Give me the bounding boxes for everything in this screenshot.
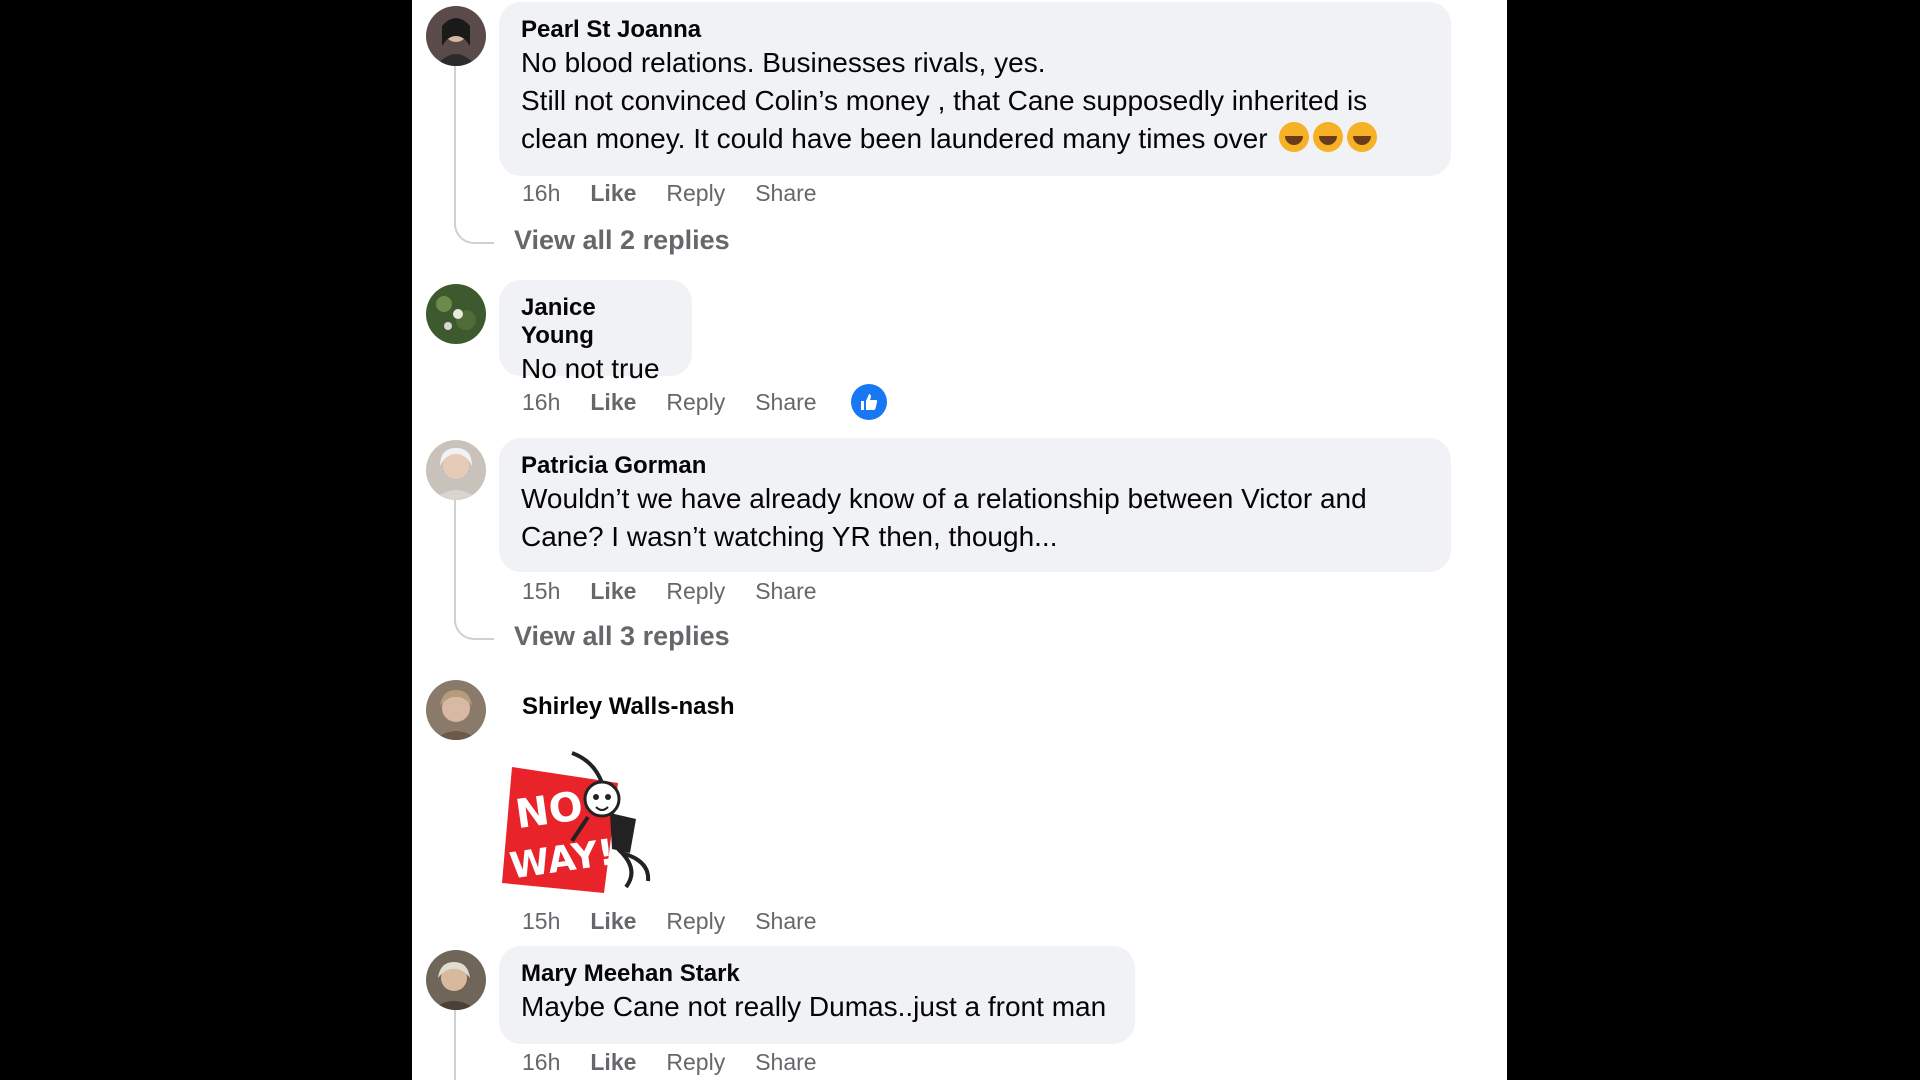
like-button[interactable]: Like	[590, 908, 636, 935]
comment-text-line: Cane? I wasn’t watching YR then, though.…	[521, 521, 1058, 552]
author-name[interactable]: Janice Young	[521, 294, 670, 350]
reply-button[interactable]: Reply	[666, 908, 725, 935]
timestamp[interactable]: 15h	[522, 908, 560, 935]
reply-button[interactable]: Reply	[666, 578, 725, 605]
thread-line	[454, 66, 456, 226]
thread-line	[454, 500, 456, 624]
like-reaction-icon[interactable]	[850, 384, 887, 420]
author-name[interactable]: Pearl St Joanna	[521, 16, 1429, 44]
avatar[interactable]	[426, 6, 486, 66]
share-button[interactable]: Share	[755, 908, 816, 935]
avatar[interactable]	[426, 680, 486, 740]
comment-actions: 16h Like Reply Share	[522, 1047, 847, 1077]
laughing-tears-emoji	[1347, 122, 1378, 152]
avatar[interactable]	[426, 440, 486, 500]
share-button[interactable]: Share	[755, 180, 816, 207]
comment-text: No not true	[521, 353, 660, 384]
reply-button[interactable]: Reply	[666, 389, 725, 416]
share-button[interactable]: Share	[755, 1049, 816, 1076]
avatar[interactable]	[426, 284, 486, 344]
avatar[interactable]	[426, 950, 486, 1010]
thread-connector	[454, 214, 494, 244]
reply-button[interactable]: Reply	[666, 1049, 725, 1076]
comment-actions: 15h Like Reply Share	[522, 906, 847, 936]
like-button[interactable]: Like	[590, 389, 636, 416]
comment-bubble: Patricia Gorman Wouldn’t we have already…	[499, 438, 1451, 572]
comment-text: Maybe Cane not really Dumas..just a fron…	[521, 991, 1107, 1022]
view-replies-link[interactable]: View all 3 replies	[514, 621, 730, 652]
comment-bubble: Mary Meehan Stark Maybe Cane not really …	[499, 946, 1135, 1044]
comments-panel: Pearl St Joanna No blood relations. Busi…	[412, 0, 1507, 1080]
timestamp[interactable]: 16h	[522, 180, 560, 207]
share-button[interactable]: Share	[755, 578, 816, 605]
laughing-tears-emoji	[1279, 122, 1310, 152]
comment-actions: 15h Like Reply Share	[522, 576, 847, 606]
comment-text-line: clean money. It could have been laundere…	[521, 123, 1268, 154]
laughing-tears-emoji	[1313, 122, 1344, 152]
thread-connector	[454, 610, 494, 640]
no-way-sticker[interactable]: NO WAY!	[500, 745, 660, 895]
like-button[interactable]: Like	[590, 578, 636, 605]
like-button[interactable]: Like	[590, 180, 636, 207]
author-name[interactable]: Mary Meehan Stark	[521, 960, 1113, 988]
comment-text-line: Wouldn’t we have already know of a relat…	[521, 483, 1367, 514]
sticker-text-no: NO	[513, 783, 586, 838]
timestamp[interactable]: 16h	[522, 1049, 560, 1076]
comment-bubble: Pearl St Joanna No blood relations. Busi…	[499, 2, 1451, 176]
timestamp[interactable]: 16h	[522, 389, 560, 416]
comment-text-line: Still not convinced Colin’s money , that…	[521, 85, 1368, 116]
comment-bubble: Janice Young No not true	[499, 280, 692, 384]
author-name[interactable]: Shirley Walls-nash	[522, 693, 735, 721]
comment-actions: 16h Like Reply Share	[522, 384, 887, 420]
view-replies-link[interactable]: View all 2 replies	[514, 225, 730, 256]
timestamp[interactable]: 15h	[522, 578, 560, 605]
comment-text-line: No blood relations. Businesses rivals, y…	[521, 47, 1046, 78]
thread-line	[454, 1010, 456, 1080]
author-name[interactable]: Patricia Gorman	[521, 452, 1429, 480]
like-button[interactable]: Like	[590, 1049, 636, 1076]
share-button[interactable]: Share	[755, 389, 816, 416]
comment-actions: 16h Like Reply Share	[522, 178, 847, 208]
reply-button[interactable]: Reply	[666, 180, 725, 207]
